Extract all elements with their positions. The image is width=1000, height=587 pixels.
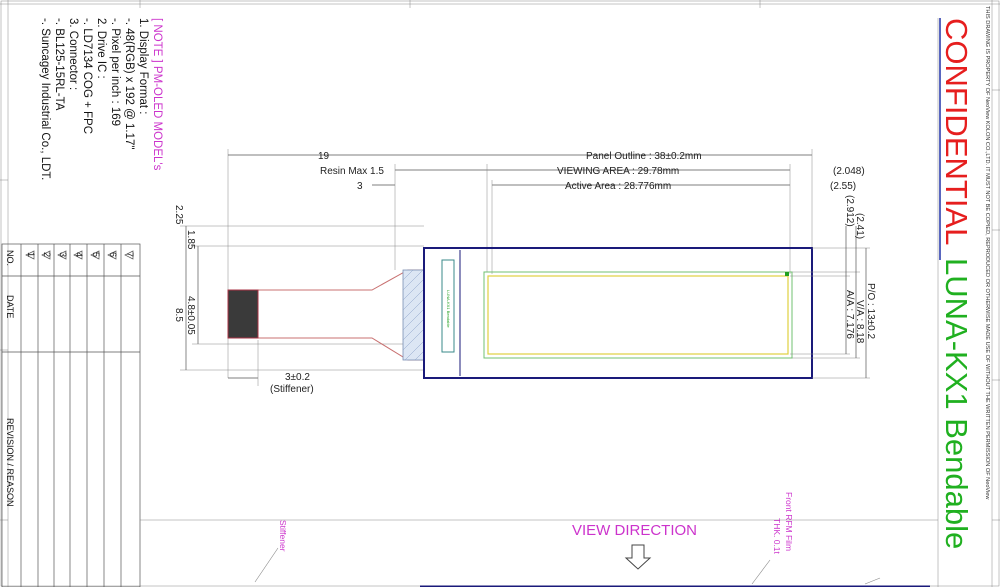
- svg-text:6: 6: [108, 252, 118, 257]
- dim-right-2048: (2.048): [833, 166, 865, 177]
- note-line: -. Suncagey Industrial Co., LDT.: [39, 18, 51, 180]
- note-line: -. Pixel per inch : 169: [109, 18, 121, 126]
- display-panel: LUNA-KX1 Bendable: [423, 247, 813, 379]
- dim-stiffener: 3±0.2: [285, 372, 310, 383]
- panel-model-text: LUNA-KX1 Bendable: [446, 290, 451, 328]
- svg-text:7: 7: [125, 252, 135, 257]
- dim-panel-outline: Panel Outline : 38±0.2mm: [586, 151, 702, 162]
- dim-three: 3: [357, 181, 363, 192]
- connector-block: [227, 289, 259, 339]
- dim-v-225: 2.25: [173, 205, 184, 225]
- note-line: -. 48(RGB) x 192 @ 1.17": [123, 18, 135, 149]
- revision-marker-icon: 1: [25, 250, 36, 260]
- front-film-thk: THK. 0.1t: [772, 518, 782, 555]
- left-dimensions: 2.25 1.85 4.8±0.05 8.5: [173, 205, 424, 371]
- dim-viewing-area: VIEWING AREA : 29.78mm: [557, 166, 679, 177]
- col-date-header: DATE: [5, 295, 15, 318]
- svg-text:3: 3: [58, 252, 68, 257]
- note-line: 2. Drive IC :: [95, 18, 107, 79]
- dim-aa: A/A : 7.176: [844, 290, 855, 339]
- dim-v-2912: (2.912): [844, 195, 855, 227]
- dim-v-85: 8.5: [173, 308, 184, 322]
- svg-text:5: 5: [91, 252, 101, 257]
- confidential-stamp: CONFIDENTIAL: [939, 18, 974, 245]
- fpc-assembly: 3±0.2 (Stiffener): [227, 269, 425, 395]
- revision-marker-icon: 4: [73, 250, 84, 260]
- dim-po: P/O : 13±0.2: [865, 283, 876, 340]
- drawing-canvas: [ NOTE ] PM-OLED MODEL's 1. Display Form…: [0, 0, 1000, 587]
- top-dimensions: 19 Panel Outline : 38±0.2mm Resin Max 1.…: [227, 149, 865, 378]
- note-line: 1. Display Format :: [137, 18, 149, 115]
- dim-v-185: 1.85: [185, 230, 196, 250]
- svg-text:2: 2: [42, 252, 52, 257]
- front-film-callout: Front RFM Film: [784, 492, 794, 551]
- viewing-area-rect: [483, 271, 793, 359]
- notes-block: [ NOTE ] PM-OLED MODEL's 1. Display Form…: [39, 18, 163, 180]
- revision-table: NO. DATE REVISION / REASON 1 2 3 4 5 6 7: [1, 243, 141, 587]
- revision-markers: 1 2 3 4 5 6 7: [25, 250, 135, 260]
- stiffener-callout: Stiffener: [278, 520, 288, 552]
- active-area-rect: [487, 275, 789, 355]
- dim-v-48: 4.8±0.05: [185, 296, 196, 335]
- revision-marker-icon: 7: [124, 250, 135, 260]
- revision-marker-icon: 3: [57, 250, 68, 260]
- dim-resin-max: Resin Max 1.5: [320, 166, 384, 177]
- stiffener-label: (Stiffener): [270, 384, 314, 395]
- dim-active-area: Active Area : 28.776mm: [565, 181, 671, 192]
- drawing-sheet: [ NOTE ] PM-OLED MODEL's 1. Display Form…: [0, 0, 1000, 587]
- model-title: LUNA-KX1 Bendable: [939, 258, 974, 549]
- revision-marker-icon: 6: [107, 250, 118, 260]
- svg-text:4: 4: [74, 252, 84, 257]
- dim-right-255: (2.55): [830, 181, 856, 192]
- dim-overall-19: 19: [318, 151, 330, 162]
- legal-notice: THIS DRAWING IS PROPERTY OF NeoView KOLO…: [984, 6, 990, 500]
- revision-marker-icon: 5: [90, 250, 101, 260]
- note-line: -. LD7134 COG + FPC: [81, 18, 93, 134]
- col-reason-header: REVISION / REASON: [5, 418, 15, 507]
- right-dimensions: P/O : 13±0.2 V/A : 8.18 A/A : 7.176 (2.4…: [790, 195, 876, 379]
- svg-text:1: 1: [26, 252, 36, 257]
- note-line: -. BL125-15RL-TA: [53, 18, 65, 111]
- notes-header: [ NOTE ] PM-OLED MODEL's: [151, 18, 163, 171]
- col-no-header: NO.: [5, 250, 15, 266]
- revision-marker-icon: 2: [41, 250, 52, 260]
- view-callouts: VIEW DIRECTION Stiffener Front RFM Film …: [140, 492, 938, 587]
- view-direction-arrow-icon: [624, 544, 652, 570]
- view-direction-label: VIEW DIRECTION: [572, 522, 697, 539]
- note-line: 3. Connector :: [67, 18, 79, 90]
